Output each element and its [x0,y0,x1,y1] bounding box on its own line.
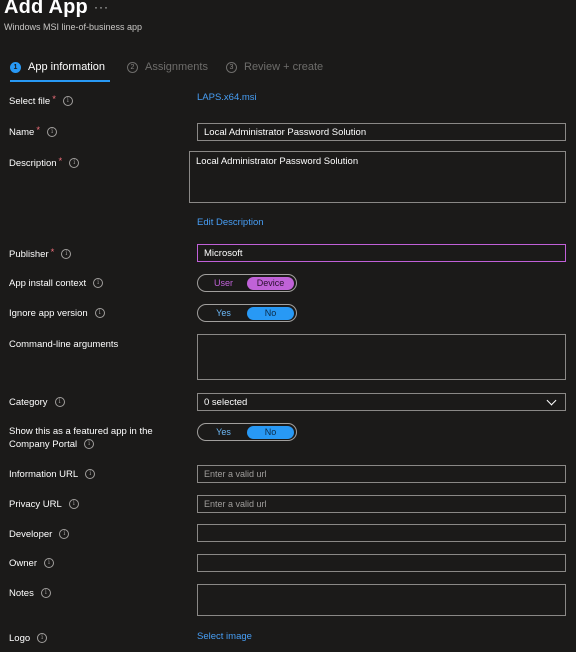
label-text: Information URL [9,469,79,480]
toggle-option-user[interactable]: User [200,277,247,290]
info-icon[interactable]: i [54,397,65,408]
info-icon[interactable]: i [47,127,58,138]
tab-app-information[interactable]: 1 App information [10,61,105,73]
featured-app-label: Show this as a featured app in the Compa… [9,426,169,451]
label-text: Show this as a featured app in the Compa… [9,426,153,450]
page-title: Add App [4,0,88,18]
info-icon[interactable]: i [84,438,95,449]
command-line-label: Command-line arguments [9,339,118,350]
toggle-option-no[interactable]: No [247,306,294,320]
logo-label: Logo i [9,633,48,644]
step-label: App information [28,61,106,73]
label-text: Notes [9,588,34,599]
info-icon[interactable]: i [68,499,79,510]
owner-input[interactable] [197,554,566,572]
tab-assignments[interactable]: 2 Assignments [127,61,208,73]
step-number: 2 [127,61,138,73]
label-text: Description [9,158,57,169]
publisher-label: Publisher * i [9,247,72,260]
ignore-version-toggle[interactable]: Yes No [197,304,297,322]
more-options-button[interactable]: ··· [94,0,109,14]
label-text: Owner [9,558,37,569]
install-context-toggle[interactable]: User Device [197,274,297,292]
info-icon[interactable]: i [85,469,96,480]
information-url-input[interactable]: Enter a valid url [197,465,566,483]
selected-file-link[interactable]: LAPS.x64.msi [197,92,257,103]
info-icon[interactable]: i [93,278,104,289]
required-asterisk: * [58,156,63,167]
notes-label: Notes i [9,588,51,599]
label-text: Category [9,397,48,408]
info-icon[interactable]: i [61,249,72,260]
step-number: 3 [226,61,237,73]
edit-description-link[interactable]: Edit Description [197,217,264,228]
category-dropdown[interactable]: 0 selected [197,393,566,411]
label-text: Logo [9,633,31,644]
required-asterisk: * [36,125,41,136]
info-icon[interactable]: i [59,529,70,540]
page-subtitle: Windows MSI line-of-business app [4,22,143,32]
privacy-url-input[interactable]: Enter a valid url [197,495,566,513]
active-step-indicator [10,80,110,82]
info-icon[interactable]: i [37,633,48,644]
label-text: Ignore app version [9,308,88,319]
description-label: Description * i [9,156,80,169]
label-text: Privacy URL [9,499,62,510]
information-url-label: Information URL i [9,469,96,480]
toggle-option-yes[interactable]: Yes [200,307,247,320]
command-line-textarea[interactable] [197,334,566,380]
tab-review-create[interactable]: 3 Review + create [226,61,323,73]
label-text: Developer [9,529,53,540]
step-label: Review + create [244,61,324,73]
required-asterisk: * [50,247,55,258]
dropdown-value: 0 selected [204,396,248,408]
toggle-option-yes[interactable]: Yes [200,426,247,439]
description-textarea[interactable]: Local Administrator Password Solution [189,151,566,203]
ignore-version-label: Ignore app version i [9,308,105,319]
add-app-page: Add App ··· Windows MSI line-of-business… [0,0,576,652]
developer-input[interactable] [197,524,566,542]
install-context-label: App install context i [9,278,104,289]
info-icon[interactable]: i [40,588,51,599]
info-icon[interactable]: i [94,308,105,319]
label-text: Command-line arguments [9,339,119,350]
info-icon[interactable]: i [69,158,80,169]
select-file-label: Select file * i [9,94,73,107]
category-label: Category i [9,397,65,408]
label-text: App install context [9,278,87,289]
publisher-input[interactable]: Microsoft [197,244,566,262]
label-text: Select file [9,96,51,107]
name-input[interactable]: Local Administrator Password Solution [197,123,566,141]
select-image-link[interactable]: Select image [197,631,252,642]
notes-textarea[interactable] [197,584,566,616]
developer-label: Developer i [9,529,70,540]
privacy-url-label: Privacy URL i [9,499,79,510]
chevron-down-icon [546,395,557,405]
info-icon[interactable]: i [43,558,54,569]
step-number: 1 [10,61,21,73]
required-asterisk: * [52,94,56,105]
info-icon[interactable]: i [62,96,73,107]
label-text: Publisher [9,249,49,260]
toggle-option-device[interactable]: Device [247,276,294,290]
featured-app-toggle[interactable]: Yes No [197,423,297,441]
owner-label: Owner i [9,558,54,569]
step-label: Assignments [145,61,208,73]
label-text: Name [9,127,35,138]
toggle-option-no[interactable]: No [247,425,294,439]
name-label: Name * i [9,125,58,138]
